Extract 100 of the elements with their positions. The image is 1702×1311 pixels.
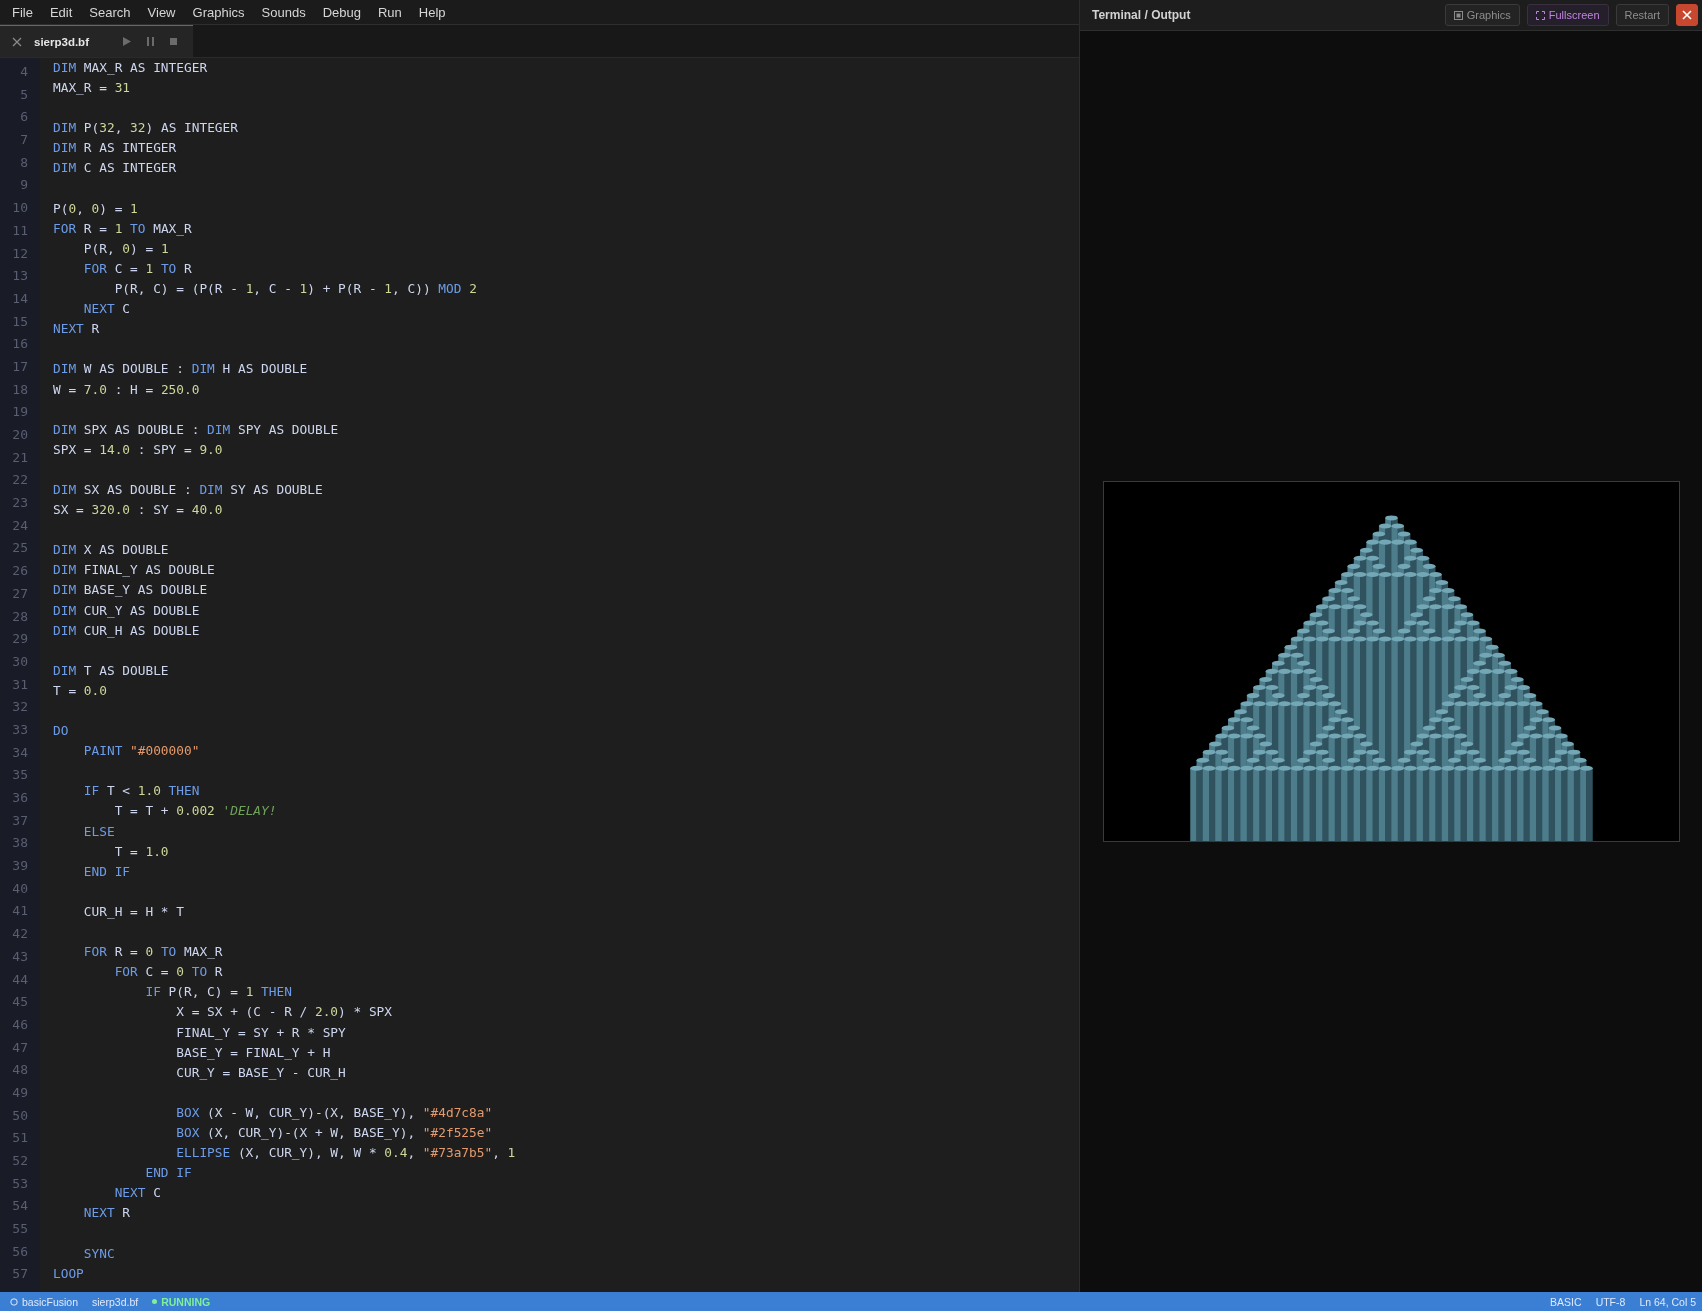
line-number: 10 [11,199,29,218]
line-number: 14 [11,289,29,308]
line-number: 6 [19,108,29,127]
code-line: END IF [82,863,131,879]
line-number: 18 [11,380,29,399]
line-number: 34 [11,743,29,762]
line-number: 17 [11,357,29,376]
code-line: T = T + 0.002 'DELAY! [113,803,277,819]
pause-icon[interactable] [146,37,154,46]
code-line: DIM SPX AS DOUBLE : DIM SPY AS DOUBLE [53,421,339,437]
line-number: 41 [11,902,29,921]
app-name: basicFusion [10,1295,79,1308]
code-line: FOR R = 0 TO MAX_R [82,944,223,960]
code-line: DIM CUR_Y AS DOUBLE [53,602,200,618]
line-number: 44 [11,970,29,989]
code-line: CUR_Y = BASE_Y - CUR_H [175,1064,346,1080]
line-number: 40 [11,879,29,898]
line-number: 29 [11,630,29,649]
code-line: T = 0.0 [53,682,107,698]
line-number: 8 [19,153,29,172]
line-number: 5 [19,85,29,104]
code-line: DIM BASE_Y AS DOUBLE [53,582,208,598]
status-item: BASIC [1550,1295,1582,1308]
line-number: 23 [11,494,29,513]
line-number: 36 [11,789,29,807]
line-number: 15 [11,312,29,331]
menu-item[interactable]: Help [412,2,452,22]
line-number: 52 [11,1152,29,1170]
line-number: 37 [11,811,29,830]
play-icon[interactable] [122,37,131,46]
line-number: 31 [11,675,29,694]
close-icon[interactable] [12,36,22,47]
code-line: DO [53,723,69,739]
expand-icon [1535,10,1545,20]
menu-item[interactable]: Sounds [255,2,312,22]
line-number: 45 [11,993,29,1012]
line-number: 49 [11,1083,29,1102]
file-tab[interactable]: sierp3d.bf [0,25,193,57]
code-line: NEXT C [82,301,131,317]
status-item: UTF-8 [1595,1295,1626,1308]
code-line: DIM X AS DOUBLE [53,542,169,558]
line-number: 28 [11,607,29,626]
fullscreen-button[interactable]: Fullscreen [1526,4,1609,26]
restart-button[interactable]: Restart [1615,4,1669,26]
line-number: 35 [11,766,29,785]
code-line: DIM CUR_H AS DOUBLE [53,622,200,638]
line-number: 39 [11,857,29,876]
code-line: END IF [144,1165,192,1181]
code-line: DIM R AS INTEGER [53,140,177,156]
line-number: 38 [11,834,29,853]
code-line: PAINT "#000000" [82,743,200,759]
line-number: 48 [11,1061,29,1080]
menu-item[interactable]: Edit [43,2,79,22]
line-number: 25 [11,539,29,558]
code-line: X = SX + (C - R / 2.0) * SPX [175,1004,392,1020]
code-line: DIM W AS DOUBLE : DIM H AS DOUBLE [53,361,308,377]
line-number: 32 [11,698,29,717]
menu-item[interactable]: Run [371,2,408,22]
panel-title: Terminal / Output [1092,8,1191,22]
line-number: 24 [11,516,29,535]
line-number: 50 [11,1106,29,1125]
line-number: 43 [11,947,29,966]
code-line: NEXT R [82,1205,131,1221]
status-item: Ln 64, Col 5 [1639,1295,1696,1308]
menu-item[interactable]: Search [83,2,137,22]
graphics-button[interactable]: Graphics [1444,4,1520,26]
line-number: 33 [11,720,29,739]
code-line: NEXT C [113,1185,161,1201]
close-button[interactable] [1676,4,1698,26]
image-icon [1453,10,1463,20]
code-line: P(0, 0) = 1 [53,200,138,216]
code-line: ELLIPSE (X, CUR_Y), W, W * 0.4, "#73a7b5", 1 [175,1145,516,1161]
code-line: P(R, 0) = 1 [82,240,169,256]
code-line: SYNC [82,1245,115,1261]
code-line: DIM C AS INTEGER [53,160,177,176]
menu-item[interactable]: File [6,2,39,22]
line-number: 20 [11,426,29,444]
menu-item[interactable]: Debug [316,2,367,22]
menu-item[interactable]: Graphics [186,2,251,22]
file-name: sierp3d.bf [92,1295,139,1308]
dot-icon [152,1299,158,1304]
line-number: 55 [11,1220,29,1239]
code-line: FINAL_Y = SY + R * SPY [175,1024,346,1040]
stop-icon[interactable] [169,38,177,45]
code-line: IF P(R, C) = 1 THEN [144,984,292,1000]
run-status: RUNNING [152,1295,211,1308]
code-line: FOR C = 0 TO R [113,964,223,980]
code-line: MAX_R = 31 [53,80,131,96]
code-line: SX = 320.0 : SY = 40.0 [53,502,223,518]
code-line: DIM FINAL_Y AS DOUBLE [53,562,215,578]
code-line: DIM SX AS DOUBLE : DIM SY AS DOUBLE [53,481,323,497]
menu-item[interactable]: View [141,2,182,22]
code-line: W = 7.0 : H = 250.0 [53,381,200,397]
code-line: BOX (X - W, CUR_Y)-(X, BASE_Y), "#4d7c8a" [175,1104,493,1120]
close-icon [1682,10,1692,20]
line-number: 21 [11,448,29,467]
line-number: 9 [19,176,29,195]
circle-icon [10,1297,18,1306]
line-number: 53 [11,1174,29,1193]
line-number: 27 [11,584,29,603]
